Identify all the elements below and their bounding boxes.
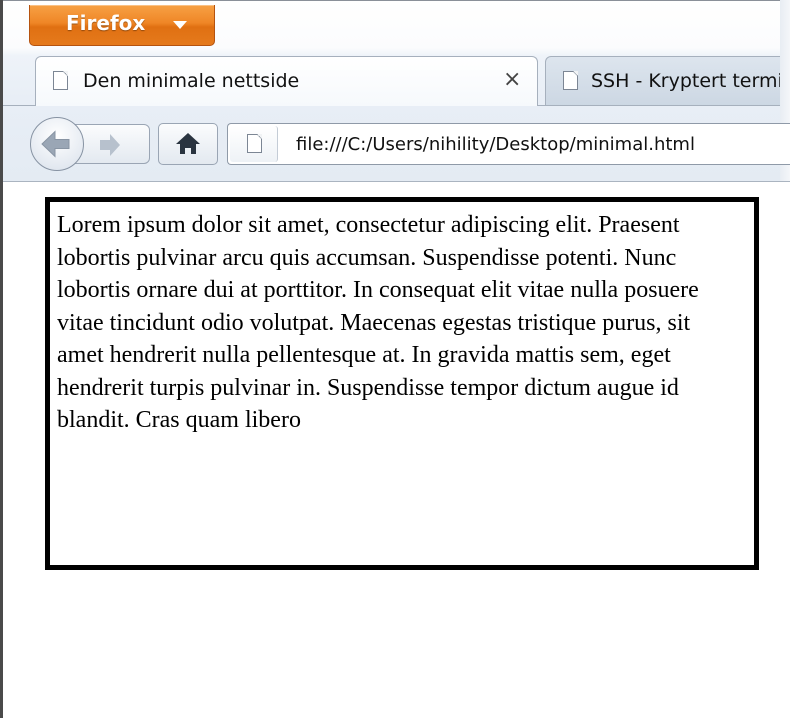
site-identity-button[interactable] — [230, 126, 278, 162]
home-icon — [176, 133, 200, 154]
tab-title: Den minimale nettside — [83, 70, 300, 92]
page-icon — [247, 134, 262, 153]
url-text[interactable]: file:///C:/Users/nihility/Desktop/minima… — [296, 134, 695, 155]
content-box: Lorem ipsum dolor sit amet, consectetur … — [45, 197, 759, 570]
back-forward-group — [30, 117, 150, 171]
window-top-border — [3, 0, 780, 1]
dropdown-arrow-icon — [173, 21, 187, 29]
firefox-menu-button[interactable]: Firefox — [29, 5, 215, 46]
address-bar[interactable]: file:///C:/Users/nihility/Desktop/minima… — [227, 123, 790, 165]
back-arrow-icon — [41, 130, 70, 158]
tab-den-minimale-nettside[interactable]: Den minimale nettside × — [35, 56, 538, 106]
tab-ssh-kryptert-terminal[interactable]: SSH - Kryptert terminal — [545, 56, 790, 106]
lorem-paragraph: Lorem ipsum dolor sit amet, consectetur … — [57, 212, 699, 433]
firefox-menu-label: Firefox — [66, 11, 146, 35]
chrome-bottom-border — [3, 181, 790, 182]
page-icon — [563, 71, 578, 90]
page-icon — [53, 71, 68, 90]
back-button[interactable] — [30, 117, 84, 171]
home-button[interactable] — [158, 123, 218, 165]
tab-title: SSH - Kryptert terminal — [591, 70, 790, 92]
close-icon[interactable]: × — [503, 67, 521, 92]
